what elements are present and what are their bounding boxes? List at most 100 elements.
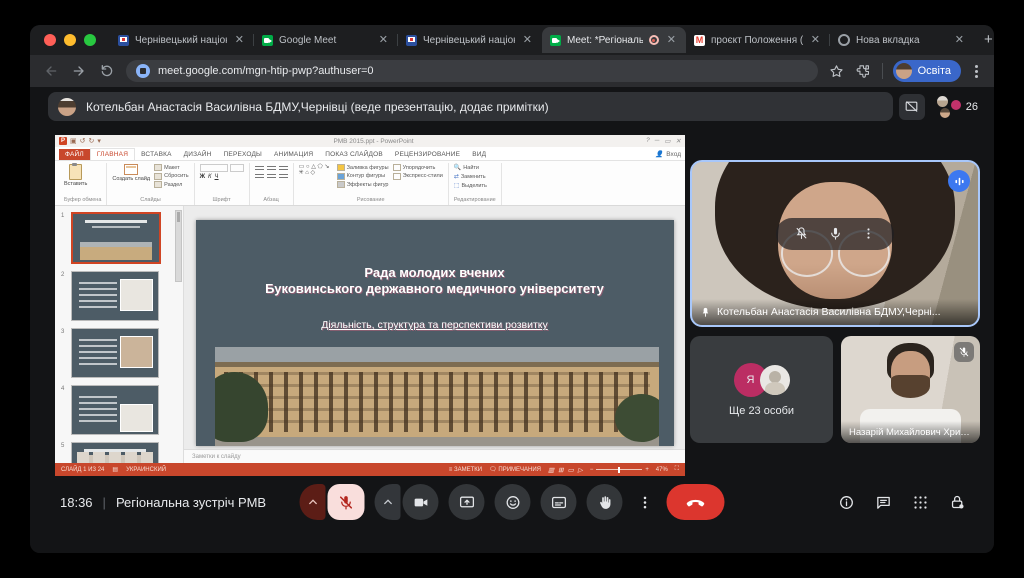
align-left-icon[interactable]: [255, 172, 264, 178]
back-button[interactable]: [42, 62, 60, 80]
address-bar[interactable]: meet.google.com/mgn-htip-pwp?authuser=0: [126, 60, 818, 82]
more-participants-tile[interactable]: Я Ще 23 особи: [690, 336, 833, 443]
ppt-tab-design[interactable]: ДИЗАЙН: [178, 149, 218, 160]
close-window-button[interactable]: [44, 34, 56, 46]
camera-toggle-button[interactable]: [403, 484, 439, 520]
meeting-details-button[interactable]: [838, 494, 855, 511]
reading-view-icon[interactable]: ▭: [568, 466, 574, 474]
minimize-icon[interactable]: ─: [655, 137, 660, 145]
zoom-window-button[interactable]: [84, 34, 96, 46]
tab-google-meet[interactable]: Google Meet ✕: [254, 27, 398, 53]
ppt-tab-transitions[interactable]: ПЕРЕХОДЫ: [218, 149, 268, 160]
participants-button[interactable]: 26: [937, 96, 978, 118]
shape-effects-button[interactable]: Эффекты фигур: [337, 181, 389, 188]
tab-university-2[interactable]: Чернівецький націона ✕: [398, 27, 542, 53]
bullets-icon[interactable]: [255, 164, 264, 170]
tab-gmail[interactable]: проєкт Положення (пр ✕: [686, 27, 830, 53]
bold-button[interactable]: Ж: [200, 174, 205, 180]
italic-button[interactable]: К: [208, 174, 212, 180]
more-options-icon[interactable]: [861, 226, 876, 241]
ppt-tab-review[interactable]: РЕЦЕНЗИРОВАНИЕ: [389, 149, 466, 160]
zoom-handle[interactable]: [618, 467, 621, 473]
underline-button[interactable]: Ч: [215, 174, 219, 180]
slide-thumbnail-2[interactable]: [71, 271, 159, 321]
zoom-out-icon[interactable]: −: [590, 467, 594, 473]
more-options-button[interactable]: [633, 484, 657, 520]
slide-thumbnail-5[interactable]: [71, 442, 159, 463]
align-right-icon[interactable]: [279, 172, 288, 178]
minimize-window-button[interactable]: [64, 34, 76, 46]
tab-close-icon[interactable]: ✕: [233, 34, 246, 47]
chat-button[interactable]: [875, 494, 892, 511]
spellcheck-icon[interactable]: ▤: [112, 466, 118, 473]
microphone-toggle-button[interactable]: [328, 484, 365, 520]
layout-button[interactable]: Макет: [154, 164, 188, 171]
activities-grid-button[interactable]: [912, 494, 929, 511]
stop-presentation-button[interactable]: [899, 94, 925, 120]
main-video-tile[interactable]: Котельбан Анастасія Василівна БДМУ,Черні…: [690, 160, 980, 327]
qat-dropdown-icon[interactable]: ▾: [97, 138, 101, 145]
tab-close-icon[interactable]: ✕: [377, 34, 390, 47]
numbering-icon[interactable]: [267, 164, 276, 170]
restore-icon[interactable]: ▭: [664, 137, 670, 145]
captions-button[interactable]: [541, 484, 577, 520]
slide-thumbnail-3[interactable]: [71, 328, 159, 378]
forward-button[interactable]: [70, 62, 88, 80]
browser-menu-button[interactable]: [971, 65, 982, 78]
font-name-box[interactable]: [200, 164, 228, 172]
indent-icon[interactable]: [279, 164, 288, 170]
tab-meet-active[interactable]: Meet: *Регіональна ✕: [542, 27, 686, 53]
save-icon[interactable]: ▣: [70, 138, 77, 145]
tab-close-icon[interactable]: ✕: [665, 34, 678, 47]
tab-close-icon[interactable]: ✕: [521, 34, 534, 47]
notes-pane[interactable]: Заметки к слайду: [184, 449, 685, 463]
video-settings-chevron[interactable]: [375, 484, 401, 520]
comments-toggle[interactable]: 🗨 ПРИМЕЧАНИЯ: [489, 466, 541, 473]
profile-button[interactable]: Освіта: [893, 60, 961, 82]
tab-new-tab-page[interactable]: Нова вкладка ✕: [830, 27, 974, 53]
shapes-gallery[interactable]: ▭ ○ △ ⬠ ↘ ✳ ⌂ ◇: [299, 164, 333, 176]
shape-outline-button[interactable]: Контур фигуры: [337, 173, 389, 180]
reset-button[interactable]: Сбросить: [154, 173, 188, 180]
ppt-tab-insert[interactable]: ВСТАВКА: [135, 149, 178, 160]
redo-icon[interactable]: ↻: [89, 138, 95, 145]
audio-settings-chevron[interactable]: [300, 484, 326, 520]
ppt-tab-home[interactable]: ГЛАВНАЯ: [90, 148, 135, 160]
new-slide-button[interactable]: Создать слайд: [112, 164, 150, 182]
zoom-in-icon[interactable]: +: [645, 467, 649, 473]
slide-sorter-icon[interactable]: ⊞: [558, 466, 563, 474]
slide-thumbnail-4[interactable]: [71, 385, 159, 435]
fit-slide-icon[interactable]: ⛶: [675, 466, 679, 473]
replace-button[interactable]: ⇄Заменить: [454, 173, 487, 180]
tab-close-icon[interactable]: ✕: [809, 34, 822, 47]
new-tab-button[interactable]: +: [974, 27, 994, 53]
zoom-level[interactable]: 47%: [656, 467, 668, 473]
ppt-tab-file[interactable]: ФАЙЛ: [59, 149, 90, 160]
language-indicator[interactable]: УКРАИНСКИЙ: [126, 467, 166, 473]
raise-hand-button[interactable]: [587, 484, 623, 520]
align-center-icon[interactable]: [267, 172, 276, 178]
unpin-icon[interactable]: [794, 226, 809, 241]
reload-button[interactable]: [98, 62, 116, 80]
find-button[interactable]: 🔍Найти: [454, 164, 487, 171]
shape-fill-button[interactable]: Заливка фигуры: [337, 164, 389, 171]
ppt-tab-animations[interactable]: АНИМАЦИЯ: [268, 149, 319, 160]
ppt-tab-view[interactable]: ВИД: [466, 149, 492, 160]
font-size-box[interactable]: [230, 164, 244, 172]
undo-icon[interactable]: ↺: [80, 138, 86, 145]
paste-button[interactable]: Вставить: [64, 164, 87, 187]
extensions-icon[interactable]: [855, 63, 872, 80]
normal-view-icon[interactable]: ▥: [548, 466, 554, 474]
tab-close-icon[interactable]: ✕: [953, 34, 966, 47]
slide-thumbnail-1[interactable]: [71, 212, 161, 264]
arrange-button[interactable]: Упорядочить: [393, 164, 443, 171]
notes-toggle[interactable]: ≡ ЗАМЕТКИ: [449, 467, 482, 473]
section-button[interactable]: Раздел: [154, 181, 188, 188]
close-icon[interactable]: ✕: [676, 137, 681, 145]
host-controls-button[interactable]: [949, 494, 966, 511]
leave-call-button[interactable]: [667, 484, 725, 520]
quick-styles-button[interactable]: Экспресс-стили: [393, 173, 443, 180]
ppt-signin-button[interactable]: 👤 Вход: [655, 150, 681, 160]
participant-video-tile[interactable]: Назарій Михайлович Христ...: [841, 336, 980, 443]
tab-university-1[interactable]: Чернівецький націона ✕: [110, 27, 254, 53]
